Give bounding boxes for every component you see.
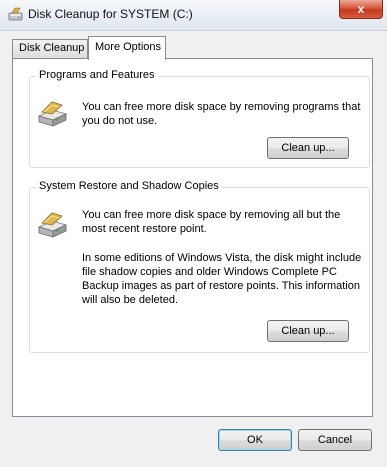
restore-note-line-3: Backup images as part of restore points.… — [82, 280, 360, 292]
restore-line-1: You can free more disk space by removing… — [82, 209, 341, 221]
title-bar[interactable]: Disk Cleanup for SYSTEM (C:) x — [0, 0, 387, 31]
system-restore-group: System Restore and Shadow Copies You can… — [29, 180, 370, 353]
restore-note-line-4: will also be deleted. — [82, 294, 179, 306]
programs-features-label: Programs and Features — [36, 69, 158, 81]
programs-line-1: You can free more disk space by removing… — [82, 101, 361, 113]
tab-more-options[interactable]: More Options — [88, 36, 166, 60]
programs-features-group: Programs and Features You can free more … — [29, 69, 370, 168]
close-button[interactable]: x — [339, 0, 383, 19]
restore-note-line-1: In some editions of Windows Vista, the d… — [82, 252, 362, 264]
programs-cleanup-button[interactable]: Clean up... — [267, 137, 349, 159]
disk-cleanup-app-icon — [8, 7, 23, 21]
disk-cleanup-window: Disk Cleanup for SYSTEM (C:) x Disk Clea… — [0, 0, 387, 467]
restore-cleanup-button[interactable]: Clean up... — [267, 320, 349, 342]
programs-description: You can free more disk space by removing… — [82, 100, 362, 128]
more-options-panel: Programs and Features You can free more … — [12, 58, 373, 417]
programs-line-2: you do not use. — [82, 115, 158, 127]
restore-shadow-note: In some editions of Windows Vista, the d… — [82, 251, 362, 307]
cancel-button[interactable]: Cancel — [298, 429, 372, 451]
restore-description: You can free more disk space by removing… — [82, 208, 362, 236]
window-title: Disk Cleanup for SYSTEM (C:) — [28, 7, 193, 21]
close-icon: x — [357, 2, 365, 16]
restore-line-2: most recent restore point. — [82, 223, 207, 235]
ok-button[interactable]: OK — [218, 429, 292, 451]
restore-note-line-2: file shadow copies and older Windows Com… — [82, 266, 337, 278]
tab-disk-cleanup[interactable]: Disk Cleanup — [12, 39, 88, 59]
restore-drive-icon — [37, 212, 68, 238]
system-restore-label: System Restore and Shadow Copies — [36, 180, 222, 192]
programs-drive-icon — [37, 101, 68, 127]
